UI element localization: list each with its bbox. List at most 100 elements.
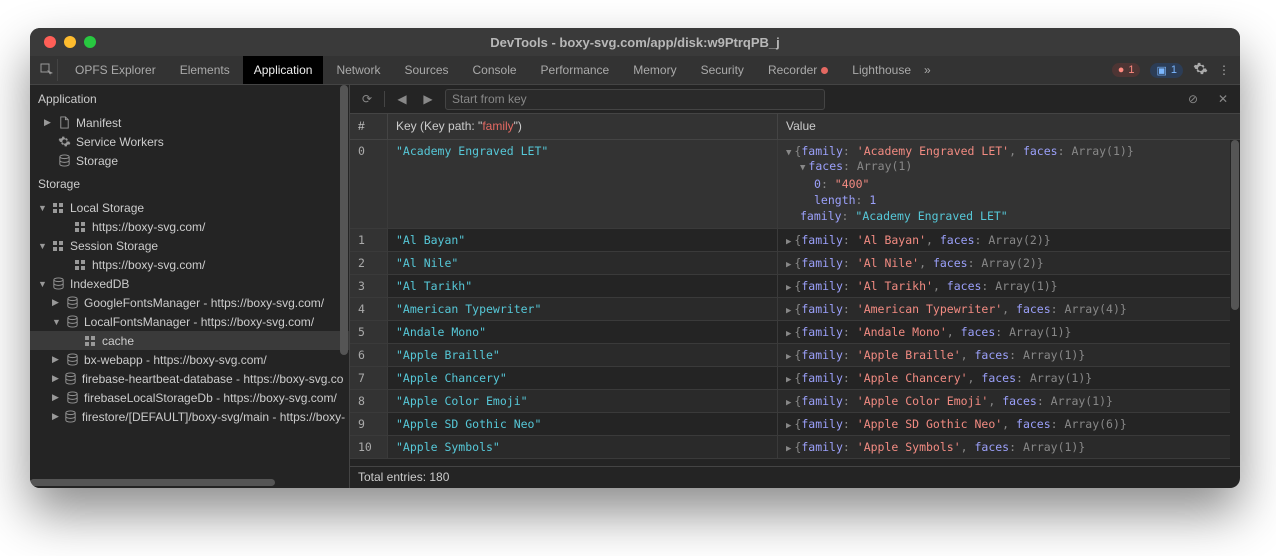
sidebar-item-service-workers[interactable]: Service Workers bbox=[30, 132, 349, 151]
inspect-element-icon[interactable] bbox=[36, 59, 58, 81]
tree-idb-objectstore[interactable]: cache bbox=[30, 331, 349, 350]
prev-page-icon[interactable]: ◀ bbox=[393, 92, 411, 106]
row-index: 1 bbox=[350, 229, 388, 251]
clear-object-store-icon[interactable]: ⊘ bbox=[1184, 92, 1202, 106]
grid-icon bbox=[51, 201, 65, 215]
table-row[interactable]: 6"Apple Braille"▶{family: 'Apple Braille… bbox=[350, 344, 1230, 367]
tab-application[interactable]: Application bbox=[243, 56, 324, 84]
table-row[interactable]: 3"Al Tarikh"▶{family: 'Al Tarikh', faces… bbox=[350, 275, 1230, 298]
titlebar: DevTools - boxy-svg.com/app/disk:w9PtrqP… bbox=[30, 28, 1240, 56]
row-key: "Academy Engraved LET" bbox=[388, 140, 778, 228]
row-index: 7 bbox=[350, 367, 388, 389]
db-icon bbox=[57, 154, 71, 168]
more-icon[interactable]: ⋮ bbox=[1218, 63, 1230, 77]
sidebar: Application ▶ManifestService WorkersStor… bbox=[30, 85, 350, 488]
table-row[interactable]: 5"Andale Mono"▶{family: 'Andale Mono', f… bbox=[350, 321, 1230, 344]
start-from-key-input[interactable] bbox=[445, 89, 825, 110]
row-key: "Andale Mono" bbox=[388, 321, 778, 343]
close-icon[interactable] bbox=[44, 36, 56, 48]
row-value: ▶{family: 'Apple Color Emoji', faces: Ar… bbox=[778, 390, 1230, 412]
refresh-icon[interactable]: ⟳ bbox=[358, 92, 376, 106]
message-icon: ▣ bbox=[1156, 64, 1166, 77]
devtools-window: DevTools - boxy-svg.com/app/disk:w9PtrqP… bbox=[30, 28, 1240, 488]
tab-network[interactable]: Network bbox=[325, 56, 391, 84]
messages-badge[interactable]: ▣1 bbox=[1150, 63, 1183, 78]
sidebar-scrollbar[interactable] bbox=[339, 85, 349, 478]
tab-recorder[interactable]: Recorder bbox=[757, 56, 839, 84]
tab-console[interactable]: Console bbox=[462, 56, 528, 84]
delete-selected-icon[interactable]: ✕ bbox=[1214, 92, 1232, 106]
row-index: 4 bbox=[350, 298, 388, 320]
row-value: ▶{family: 'Apple Chancery', faces: Array… bbox=[778, 367, 1230, 389]
row-value: ▶{family: 'Al Tarikh', faces: Array(1)} bbox=[778, 275, 1230, 297]
tab-bar: OPFS ExplorerElementsApplicationNetworkS… bbox=[30, 56, 1240, 85]
db-icon bbox=[51, 277, 65, 291]
db-icon bbox=[65, 353, 79, 367]
tree-local-storage[interactable]: ▼Local Storage bbox=[30, 198, 349, 217]
row-key: "Apple SD Gothic Neo" bbox=[388, 413, 778, 435]
settings-icon[interactable] bbox=[1193, 61, 1208, 79]
sidebar-hscroll[interactable] bbox=[30, 478, 349, 488]
sidebar-item-manifest[interactable]: ▶Manifest bbox=[30, 113, 349, 132]
tree-session-origin[interactable]: https://boxy-svg.com/ bbox=[30, 255, 349, 274]
table-row[interactable]: 9"Apple SD Gothic Neo"▶{family: 'Apple S… bbox=[350, 413, 1230, 436]
table-scrollbar[interactable] bbox=[1230, 140, 1240, 466]
tree-idb-database[interactable]: ▶firebase-heartbeat-database - https://b… bbox=[30, 369, 349, 388]
tab-opfs-explorer[interactable]: OPFS Explorer bbox=[64, 56, 167, 84]
row-key: "Apple Color Emoji" bbox=[388, 390, 778, 412]
tree-local-origin[interactable]: https://boxy-svg.com/ bbox=[30, 217, 349, 236]
table-row[interactable]: 0"Academy Engraved LET"▼{family: 'Academ… bbox=[350, 140, 1230, 229]
sidebar-item-storage[interactable]: Storage bbox=[30, 151, 349, 170]
col-value[interactable]: Value bbox=[778, 114, 1240, 139]
row-index: 2 bbox=[350, 252, 388, 274]
zoom-icon[interactable] bbox=[84, 36, 96, 48]
db-icon bbox=[65, 315, 79, 329]
sidebar-section-storage: Storage bbox=[30, 170, 349, 198]
row-index: 10 bbox=[350, 436, 388, 458]
row-value: ▶{family: 'Apple Symbols', faces: Array(… bbox=[778, 436, 1230, 458]
row-key: "Al Bayan" bbox=[388, 229, 778, 251]
tab-performance[interactable]: Performance bbox=[530, 56, 621, 84]
sidebar-section-application: Application bbox=[30, 85, 349, 113]
tab-security[interactable]: Security bbox=[690, 56, 755, 84]
row-value: ▶{family: 'Apple Braille', faces: Array(… bbox=[778, 344, 1230, 366]
gear-icon bbox=[57, 135, 71, 149]
tree-session-storage[interactable]: ▼Session Storage bbox=[30, 236, 349, 255]
table-row[interactable]: 7"Apple Chancery"▶{family: 'Apple Chance… bbox=[350, 367, 1230, 390]
db-icon bbox=[65, 391, 79, 405]
table-row[interactable]: 10"Apple Symbols"▶{family: 'Apple Symbol… bbox=[350, 436, 1230, 459]
table-row[interactable]: 4"American Typewriter"▶{family: 'America… bbox=[350, 298, 1230, 321]
grid-icon bbox=[73, 258, 87, 272]
tab-sources[interactable]: Sources bbox=[393, 56, 459, 84]
grid-icon bbox=[73, 220, 87, 234]
error-dot-icon: ● bbox=[1118, 64, 1125, 76]
tab-memory[interactable]: Memory bbox=[622, 56, 687, 84]
minimize-icon[interactable] bbox=[64, 36, 76, 48]
tab-elements[interactable]: Elements bbox=[169, 56, 241, 84]
db-icon bbox=[65, 296, 79, 310]
tabs-overflow-icon[interactable]: » bbox=[924, 63, 931, 77]
tree-idb-database[interactable]: ▶firestore/[DEFAULT]/boxy-svg/main - htt… bbox=[30, 407, 349, 426]
errors-badge[interactable]: ●1 bbox=[1112, 63, 1141, 77]
col-index[interactable]: # bbox=[350, 114, 388, 139]
table-row[interactable]: 8"Apple Color Emoji"▶{family: 'Apple Col… bbox=[350, 390, 1230, 413]
row-value: ▼{family: 'Academy Engraved LET', faces:… bbox=[778, 140, 1230, 228]
tree-idb-database[interactable]: ▶GoogleFontsManager - https://boxy-svg.c… bbox=[30, 293, 349, 312]
tree-idb-database[interactable]: ▶firebaseLocalStorageDb - https://boxy-s… bbox=[30, 388, 349, 407]
tree-idb-database[interactable]: ▼LocalFontsManager - https://boxy-svg.co… bbox=[30, 312, 349, 331]
row-key: "Apple Symbols" bbox=[388, 436, 778, 458]
row-index: 9 bbox=[350, 413, 388, 435]
table-row[interactable]: 1"Al Bayan"▶{family: 'Al Bayan', faces: … bbox=[350, 229, 1230, 252]
row-index: 3 bbox=[350, 275, 388, 297]
row-value: ▶{family: 'Andale Mono', faces: Array(1)… bbox=[778, 321, 1230, 343]
main-panel: ⟳ ◀ ▶ ⊘ ✕ # Key (Key path: "family") Val… bbox=[350, 85, 1240, 488]
row-key: "American Typewriter" bbox=[388, 298, 778, 320]
status-bar: Total entries: 180 bbox=[350, 466, 1240, 488]
table-row[interactable]: 2"Al Nile"▶{family: 'Al Nile', faces: Ar… bbox=[350, 252, 1230, 275]
row-value: ▶{family: 'Al Nile', faces: Array(2)} bbox=[778, 252, 1230, 274]
col-key[interactable]: Key (Key path: "family") bbox=[388, 114, 778, 139]
next-page-icon[interactable]: ▶ bbox=[419, 92, 437, 106]
tab-lighthouse[interactable]: Lighthouse bbox=[841, 56, 922, 84]
tree-idb-database[interactable]: ▶bx-webapp - https://boxy-svg.com/ bbox=[30, 350, 349, 369]
tree-indexeddb[interactable]: ▼IndexedDB bbox=[30, 274, 349, 293]
